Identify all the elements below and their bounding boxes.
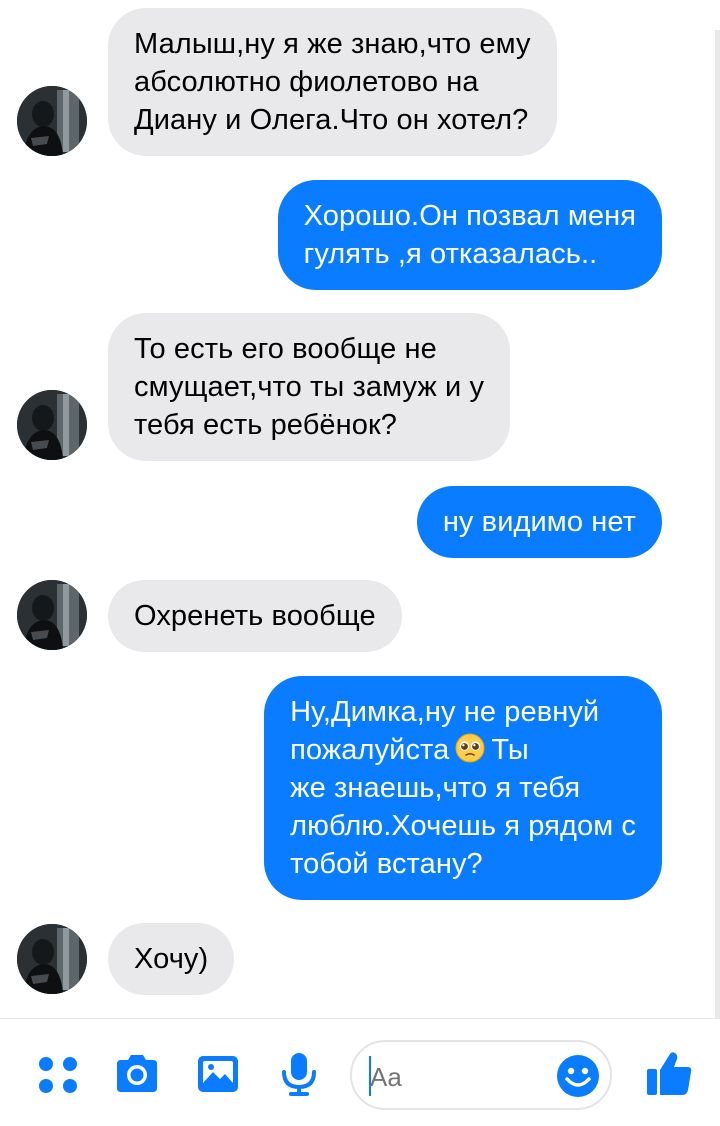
thumbs-up-icon[interactable]: [644, 1048, 694, 1098]
contact-avatar[interactable]: [17, 86, 87, 156]
message-text-line: ну видимо нет: [442, 506, 636, 538]
emoji-icon[interactable]: [556, 1054, 600, 1098]
message-text-line: абсолютно фиолетово на: [134, 66, 479, 98]
message-input-container[interactable]: [350, 1040, 612, 1110]
message-text-line: Хочу): [134, 943, 209, 975]
incoming-message-bubble[interactable]: Малыш,ну я же знаю,что ему абсолютно фио…: [108, 8, 557, 156]
message-text-line: Хорошо.Он позвал меня: [303, 200, 636, 232]
scrollbar[interactable]: [715, 30, 720, 1020]
message-input[interactable]: [370, 1060, 550, 1094]
contact-avatar[interactable]: [17, 390, 87, 460]
message-text-fragment: Ты: [491, 734, 529, 766]
message-text-line: Диану и Олега.Что он хотел?: [134, 104, 529, 136]
microphone-icon[interactable]: [275, 1050, 323, 1098]
message-text-line: тебя есть ребёнок?: [134, 409, 397, 441]
outgoing-message-bubble[interactable]: Ну,Димка,ну не ревнуй пожалуйста Ты же з…: [264, 676, 662, 900]
message-text-line: люблю.Хочешь я рядом с: [290, 810, 636, 842]
contact-avatar[interactable]: [17, 924, 87, 994]
camera-icon[interactable]: [113, 1050, 161, 1098]
contact-avatar[interactable]: [17, 580, 87, 650]
incoming-message-bubble[interactable]: Охренеть вообще: [108, 580, 402, 652]
messenger-chat-screen: Малыш,ну я же знаю,что ему абсолютно фио…: [0, 0, 720, 1126]
more-apps-icon[interactable]: [34, 1050, 82, 1098]
message-text-line: тобой встану?: [290, 848, 483, 880]
message-text-line: Ну,Димка,ну не ревнуй: [290, 696, 600, 728]
outgoing-message-bubble[interactable]: ну видимо нет: [416, 486, 662, 558]
message-text-line: гулять ,я отказалась..: [303, 238, 598, 270]
message-text-line: смущает,что ты замуж и у: [134, 371, 485, 403]
incoming-message-bubble[interactable]: Хочу): [108, 923, 235, 995]
incoming-message-bubble[interactable]: То есть его вообще не смущает,что ты зам…: [108, 313, 511, 461]
message-text-line: же знаешь,что я тебя: [290, 772, 581, 804]
gallery-icon[interactable]: [194, 1050, 242, 1098]
message-text-line: Охренеть вообще: [134, 600, 376, 632]
outgoing-message-bubble[interactable]: Хорошо.Он позвал меня гулять ,я отказала…: [277, 180, 662, 290]
message-text-line: То есть его вообще не: [134, 333, 437, 365]
message-text-line: пожалуйста Ты: [290, 731, 636, 769]
pleading-face-icon: [455, 733, 485, 763]
message-text-line: Малыш,ну я же знаю,что ему: [134, 28, 531, 60]
message-text-fragment: пожалуйста: [290, 734, 450, 766]
